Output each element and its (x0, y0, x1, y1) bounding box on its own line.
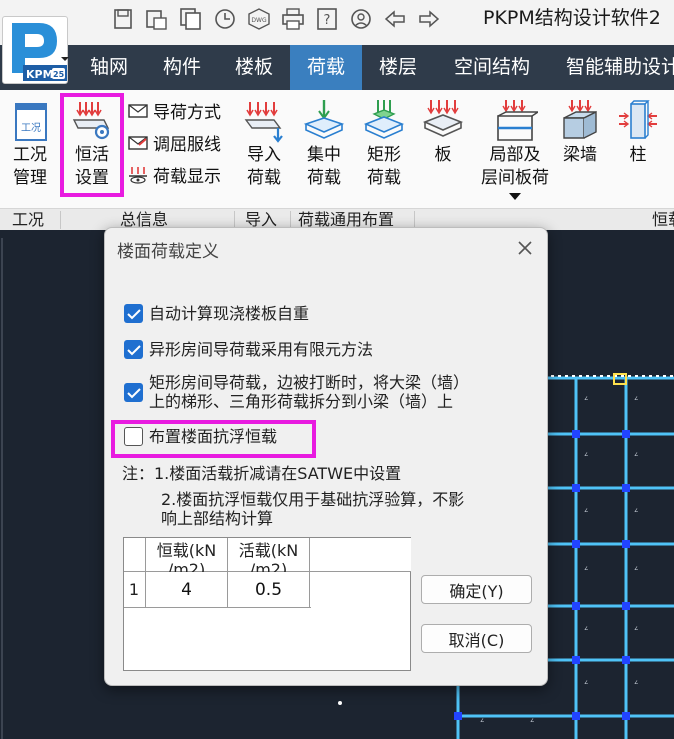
svg-text:∠: ∠ (584, 566, 588, 572)
svg-text:DWG: DWG (251, 17, 267, 24)
case-icon: 工况 (10, 96, 50, 144)
title-bar: DWG ? PKPM结构设计软件2 (0, 0, 674, 45)
svg-text:KPM: KPM (26, 68, 54, 81)
rect-room-split-label-line2: 上的梯形、三角形荷载拆分到小梁（墙）上 (149, 392, 454, 411)
slab-load-icon (421, 96, 465, 144)
column-load-button[interactable]: 柱 (614, 96, 662, 167)
close-button[interactable] (513, 236, 537, 260)
load-display-button[interactable]: 荷载显示 (128, 162, 221, 187)
dialog-title: 楼面荷载定义 (117, 242, 219, 262)
rect-room-split-label-line1: 矩形房间导荷载，边被打断时，将大梁（墙） (149, 373, 470, 392)
svg-text:∠: ∠ (634, 396, 638, 402)
table-header: 恒载(kN/m2) 活载(kN/m2) (124, 538, 411, 572)
local-slab-load-icon (492, 96, 538, 144)
load-transfer-method-button[interactable]: 导荷方式 (128, 98, 221, 123)
save-icon[interactable] (108, 6, 138, 32)
beam-wall-load-button[interactable]: 梁墙 (556, 96, 604, 167)
slab-load-button[interactable]: 板 (418, 96, 468, 167)
rectangular-load-icon (362, 96, 406, 144)
group-label-dead-load: 恒载 (652, 210, 674, 229)
help-icon[interactable]: ? (312, 6, 342, 32)
app-logo[interactable]: KPM 25 (2, 16, 69, 84)
checkmark-icon (126, 387, 141, 398)
svg-text:工况: 工况 (21, 122, 41, 134)
load-display-icon (129, 166, 147, 184)
concentrated-load-icon (302, 96, 346, 144)
svg-text:∠: ∠ (634, 680, 638, 686)
live-load-cell[interactable]: 0.5 (228, 572, 310, 608)
import-load-button[interactable]: 导入 荷载 (240, 96, 288, 190)
history-icon[interactable] (210, 6, 240, 32)
menu-bar: 轴网 构件 楼板 荷载 楼层 空间结构 智能辅助设计 (0, 45, 674, 90)
menu-axis-grid[interactable]: 轴网 (72, 45, 146, 90)
envelope-icon (128, 103, 148, 118)
group-separator (60, 211, 61, 229)
print-icon[interactable] (278, 6, 308, 32)
menu-floor[interactable]: 楼层 (362, 45, 434, 90)
svg-text:∠: ∠ (584, 508, 588, 514)
svg-text:?: ? (324, 13, 331, 28)
auto-slab-weight-checkbox[interactable] (124, 304, 143, 323)
svg-text:∠: ∠ (480, 718, 484, 724)
dropdown-arrow-icon[interactable] (508, 192, 522, 201)
quick-access-toolbar: DWG ? (108, 6, 444, 32)
menu-load[interactable]: 荷载 (290, 45, 362, 90)
rect-room-split-checkbox[interactable] (124, 383, 143, 402)
save-all-icon[interactable] (176, 6, 206, 32)
svg-text:∠: ∠ (530, 718, 534, 724)
rectangular-load-button[interactable]: 矩形 荷载 (358, 96, 410, 190)
row-index: 1 (124, 572, 146, 608)
svg-text:∠: ∠ (584, 396, 588, 402)
ok-button[interactable]: 确定(Y) (421, 575, 532, 604)
note-line-1: 注：1.楼面活载折减请在SATWE中设置 (122, 464, 402, 483)
menu-members[interactable]: 构件 (146, 45, 218, 90)
close-icon (518, 241, 532, 255)
row-header-corner (124, 538, 146, 572)
yield-envelope-icon (128, 135, 148, 150)
irregular-room-fem-label: 异形房间导荷载采用有限元方法 (149, 340, 374, 359)
beam-wall-load-icon (558, 96, 602, 144)
dwg-icon[interactable]: DWG (244, 6, 274, 32)
header-dead-load[interactable]: 恒载(kN/m2) (146, 538, 228, 572)
svg-text:∠: ∠ (634, 452, 638, 458)
svg-text:25: 25 (53, 70, 65, 79)
case-management-button[interactable]: 工况 工况 管理 (6, 96, 54, 190)
svg-text:∠: ∠ (634, 626, 638, 632)
svg-text:∠: ∠ (584, 680, 588, 686)
group-label-case: 工况 (12, 210, 45, 229)
dead-load-cell[interactable]: 4 (146, 572, 228, 608)
app-title: PKPM结构设计软件2 (483, 7, 661, 29)
table-row[interactable]: 1 4 0.5 (124, 572, 311, 608)
redo-arrow-icon[interactable] (414, 6, 444, 32)
highlight-dead-live-settings (60, 93, 124, 197)
concentrated-load-button[interactable]: 集中 荷载 (298, 96, 350, 190)
pkpm-logo-icon: KPM 25 (12, 23, 69, 81)
svg-text:∠: ∠ (634, 566, 638, 572)
svg-text:∠: ∠ (634, 508, 638, 514)
svg-text:∠: ∠ (584, 626, 588, 632)
undo-arrow-icon[interactable] (380, 6, 410, 32)
irregular-room-fem-checkbox[interactable] (124, 340, 143, 359)
column-load-icon (616, 96, 660, 144)
menu-slab[interactable]: 楼板 (218, 45, 290, 90)
note-line-3: 响上部结构计算 (161, 509, 274, 528)
user-icon[interactable] (346, 6, 376, 32)
checkmark-icon (126, 344, 141, 355)
auto-slab-weight-label: 自动计算现浇楼板自重 (149, 304, 310, 323)
svg-text:∠: ∠ (584, 452, 588, 458)
import-load-icon (242, 96, 286, 144)
cancel-button[interactable]: 取消(C) (421, 624, 532, 653)
save-as-icon[interactable] (142, 6, 172, 32)
yield-line-button[interactable]: 调屈服线 (128, 130, 221, 155)
load-value-table[interactable]: 恒载(kN/m2) 活载(kN/m2) 1 4 0.5 (123, 537, 411, 671)
highlight-anti-float-option (111, 420, 316, 458)
header-live-load[interactable]: 活载(kN/m2) (228, 538, 310, 572)
menu-spatial-structure[interactable]: 空间结构 (434, 45, 550, 90)
checkmark-icon (126, 308, 141, 319)
note-line-2: 2.楼面抗浮恒载仅用于基础抗浮验算，不影 (161, 490, 465, 509)
menu-smart-design[interactable]: 智能辅助设计 (566, 45, 674, 90)
local-interstory-slab-load-button[interactable]: 局部及 层间板荷 (470, 96, 560, 201)
